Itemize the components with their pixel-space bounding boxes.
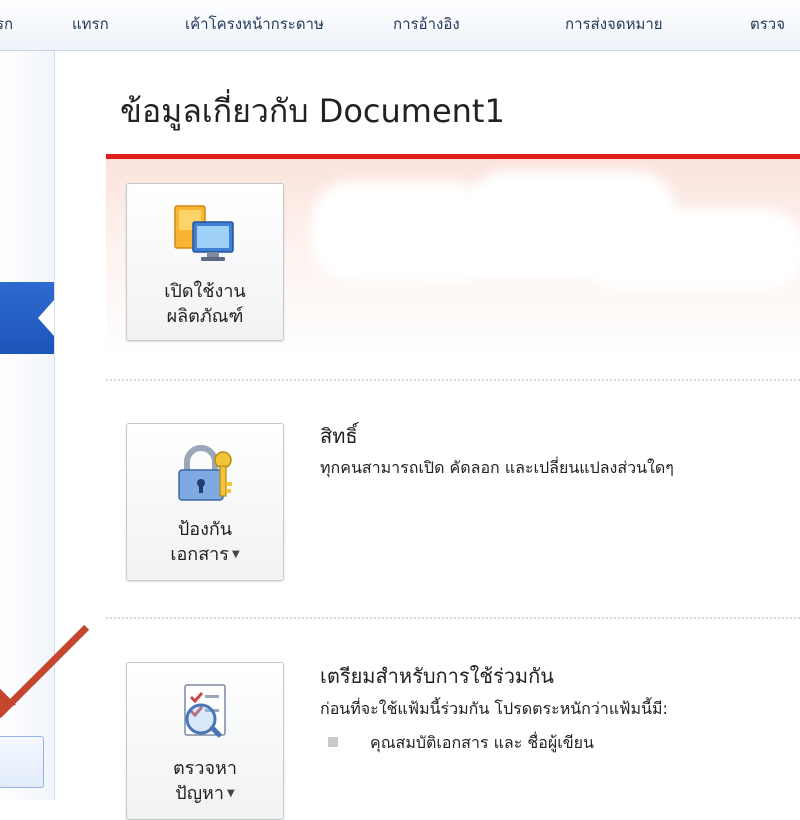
inspect-label-line2: ปัญหา	[175, 783, 225, 804]
protect-label-line2: เอกสาร	[170, 544, 229, 565]
tab-home[interactable]: รก	[0, 12, 13, 36]
tab-references[interactable]: การอ้างอิง	[393, 12, 460, 36]
activate-label-line2: ผลิตภัณฑ์	[166, 306, 244, 327]
check-for-issues-button[interactable]: ตรวจหา ปัญหา ▼	[126, 662, 284, 820]
activate-product-button[interactable]: เปิดใช้งาน ผลิตภัณฑ์	[126, 183, 284, 341]
protect-label-line1: ป้องกัน	[177, 519, 233, 540]
bullet-icon	[328, 737, 338, 747]
checklist-magnifier-icon	[184, 684, 226, 738]
dropdown-arrow-icon: ▼	[231, 549, 240, 560]
permissions-heading: สิทธิ์	[320, 424, 358, 448]
prepare-sharing-heading: เตรียมสำหรับการใช้ร่วมกัน	[320, 664, 554, 688]
permissions-description: ทุกคนสามารถเปิด คัดลอก และเปลี่ยนแปลงส่ว…	[320, 458, 674, 477]
activate-label-line1: เปิดใช้งาน	[164, 281, 246, 302]
redacted-area	[406, 219, 606, 279]
tab-review[interactable]: ตรวจ	[750, 12, 785, 36]
tab-mailings[interactable]: การส่งจดหมาย	[565, 12, 663, 36]
section-divider	[106, 379, 800, 381]
section-divider	[106, 617, 800, 619]
inspect-label-line1: ตรวจหา	[173, 758, 237, 779]
dropdown-arrow-icon: ▼	[227, 788, 235, 799]
inspect-label-line2-wrap: ปัญหา ▼	[127, 782, 283, 806]
tab-insert[interactable]: แทรก	[72, 12, 109, 36]
page-title: ข้อมูลเกี่ยวกับ Document1	[120, 92, 505, 130]
protect-document-button[interactable]: ป้องกัน เอกสาร ▼	[126, 423, 284, 581]
ribbon-tab-bar: รก แทรก เค้าโครงหน้ากระดาษ การอ้างอิง กา…	[0, 0, 800, 51]
nav-item-highlighted[interactable]	[0, 736, 44, 788]
office-monitor-icon	[174, 205, 234, 261]
tab-page-layout[interactable]: เค้าโครงหน้ากระดาษ	[185, 12, 324, 36]
prepare-sharing-item: คุณสมบัติเอกสาร และ ชื่อผู้เขียน	[370, 733, 594, 752]
selection-notch	[38, 300, 54, 336]
padlock-key-icon	[178, 445, 232, 501]
redacted-area	[576, 209, 800, 289]
protect-label-line2-wrap: เอกสาร ▼	[127, 543, 283, 567]
prepare-sharing-description: ก่อนที่จะใช้แฟ้มนี้ร่วมกัน โปรดตระหนักว่…	[320, 699, 668, 718]
